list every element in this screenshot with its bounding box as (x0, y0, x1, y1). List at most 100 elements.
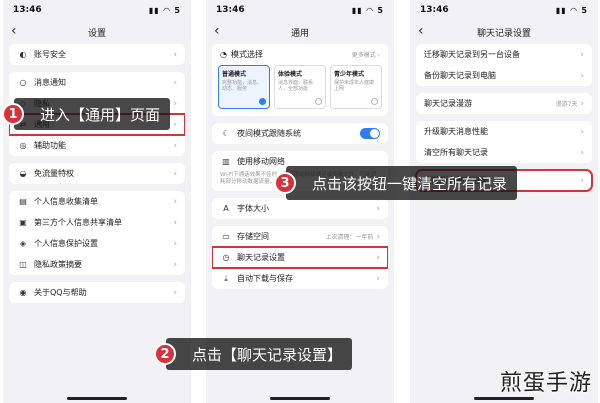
settings-item[interactable]: ◐ 账号安全 › (9, 44, 185, 65)
chevron-right-icon: › (376, 203, 380, 214)
status-icons: ▮▮ ◠ 5 (351, 5, 384, 15)
font-icon: A (223, 204, 229, 214)
auto-download-row[interactable]: ⤓ 自动下载与保存 › (212, 268, 388, 289)
nav-bar: ‹ 设置 (3, 20, 191, 44)
auto-download-label: 自动下载与保存 (237, 274, 293, 284)
settings-item-label: 个人信息保护设置 (34, 239, 98, 248)
more-modes-link[interactable]: 更多模式 › (352, 50, 380, 59)
settings-group: 迁移聊天记录到另一台设备 › 备份聊天记录到电脑 › (416, 44, 592, 86)
status-time: 13:46 (13, 5, 42, 15)
mode-option-title: 普通模式 (222, 71, 247, 78)
status-icons: ▮▮ ◠ 5 (555, 5, 588, 15)
mode-option[interactable]: 普通模式完整功能，消息、动态、服务 (218, 65, 270, 109)
chevron-right-icon: › (580, 49, 584, 60)
status-time: 13:46 (216, 5, 245, 15)
settings-item[interactable]: ◒ 免流量特权 › (9, 163, 185, 184)
chat-setting-label: 清空所有聊天记录 (424, 148, 488, 157)
chat-setting-item[interactable]: 备份聊天记录到电脑 › (416, 65, 592, 86)
mode-option-title: 体验模式 (278, 71, 303, 78)
radio-icon[interactable] (259, 98, 266, 105)
chevron-right-icon: › (580, 70, 584, 81)
chat-history-settings-label: 聊天记录设置 (237, 253, 285, 263)
home-indicator (474, 397, 534, 400)
font-size-row[interactable]: A 字体大小 › (212, 198, 388, 219)
phone-chat-history-settings: 13:46 ▮▮ ◠ 5 ‹ 聊天记录设置 迁移聊天记录到另一台设备 › 备份聊天记… (410, 0, 598, 403)
chevron-right-icon: › (173, 77, 177, 88)
step-badge-1: 1 (2, 103, 24, 125)
moon-icon: ☾ (222, 129, 230, 138)
settings-item[interactable]: ▣ 第三方个人信息共享清单 › (9, 212, 185, 233)
chat-setting-item[interactable]: 清空所有聊天记录 › (416, 142, 592, 163)
settings-item[interactable]: ◫ 隐私政策摘要 › (9, 254, 185, 275)
settings-item[interactable]: ◉ 关于QQ与帮助 › (9, 282, 185, 303)
callout-step-2: 点击【聊天记录设置】 (166, 338, 353, 370)
chevron-right-icon: › (580, 175, 584, 186)
settings-item[interactable]: ○ 消息通知 › (9, 72, 185, 93)
chat-history-settings-row[interactable]: ◷ 聊天记录设置 › (212, 246, 388, 270)
night-mode-toggle[interactable] (360, 128, 380, 139)
radio-icon[interactable] (315, 98, 322, 105)
night-mode-row[interactable]: ☾ 夜间模式跟随系统 (212, 123, 388, 144)
home-indicator (67, 397, 127, 400)
chevron-right-icon: › (173, 217, 177, 228)
settings-item[interactable]: ◈ 个人信息保护设置 › (9, 233, 185, 254)
page-title: 设置 (87, 28, 106, 39)
accessibility-icon: ◎ (19, 141, 27, 150)
nav-bar: ‹ 通用 (206, 20, 394, 44)
download-icon: ⤓ (224, 273, 228, 283)
callout-step-1: 进入【通用】页面 (14, 98, 171, 130)
chat-setting-item[interactable]: 聊天记录漫游 漫游7天 › (416, 93, 592, 114)
home-indicator (270, 397, 330, 400)
settings-item-label: 第三方个人信息共享清单 (34, 218, 122, 227)
callout-step-3: 点击该按钮一键清空所有记录 (286, 166, 518, 200)
mode-icon: ◔ (220, 50, 227, 59)
nav-bar: ‹ 聊天记录设置 (410, 20, 598, 44)
chevron-right-icon: › (173, 238, 177, 249)
step-badge-3: 3 (274, 172, 296, 194)
back-icon[interactable]: ‹ (11, 23, 17, 39)
status-bar: 13:46 ▮▮ ◠ 5 (410, 0, 598, 20)
chat-setting-item[interactable]: 迁移聊天记录到另一台设备 › (416, 44, 592, 65)
chevron-right-icon: › (173, 287, 177, 298)
step-badge-2: 2 (154, 343, 176, 365)
chevron-right-icon: › (580, 147, 584, 158)
radio-icon[interactable] (371, 98, 378, 105)
night-mode-label: 夜间模式跟随系统 (237, 129, 301, 138)
chevron-right-icon: › (376, 273, 380, 284)
clock-icon: ◷ (222, 253, 230, 263)
mode-option-desc: 完整功能，消息、动态、服务 (222, 80, 263, 92)
status-bar: 13:46 ▮▮ ◠ 5 (3, 0, 191, 20)
chevron-right-icon: › (173, 98, 177, 109)
settings-item-label: 免流量特权 (34, 169, 74, 178)
mode-option[interactable]: 青少年模式 保护未成年人健康上网 (330, 65, 382, 109)
font-size-label: 字体大小 (237, 204, 269, 214)
mode-option-desc: 消息界面，联系人，全部功能 (278, 80, 314, 92)
settings-item-label: 账号安全 (34, 50, 66, 59)
storage-row[interactable]: ▭ 存储空间 上次清理：一年前 › (212, 226, 388, 247)
mode-option[interactable]: 体验模式消息界面，联系人，全部功能 (274, 65, 326, 109)
chat-setting-item[interactable]: 升级聊天消息性能 › (416, 121, 592, 142)
watermark: 煎蛋手游 (499, 371, 592, 396)
status-icons: ▮▮ ◠ 5 (148, 5, 181, 15)
chevron-right-icon: › (173, 140, 177, 151)
settings-group: 升级聊天消息性能 › 清空所有聊天记录 › (416, 121, 592, 163)
callout-text: 点击该按钮一键清空所有记录 (312, 174, 508, 193)
chat-setting-value: 漫游7天 (555, 101, 578, 108)
settings-group: ▤ 个人信息收集清单 › ▣ 第三方个人信息共享清单 › ◈ 个人信息保护设置 › ◫ 隐私政策摘要… (9, 191, 185, 275)
font-card: A 字体大小 › (212, 198, 388, 220)
mode-card: ◔ 模式选择 更多模式 › 普通模式 完整功能，消息、动态、服务 体验模式 消息界面，联… (212, 44, 388, 116)
settings-item[interactable]: ◎ 辅助功能 › (9, 135, 185, 156)
policy-icon: ◫ (19, 260, 27, 269)
back-icon[interactable]: ‹ (418, 23, 424, 39)
callout-text: 进入【通用】页面 (40, 105, 161, 124)
settings-item[interactable]: ▤ 个人信息收集清单 › (9, 191, 185, 212)
chevron-right-icon: › (580, 98, 584, 109)
chat-setting-label: 备份聊天记录到电脑 (424, 71, 496, 80)
chat-setting-label: 迁移聊天记录到另一台设备 (424, 50, 520, 59)
chevron-right-icon: › (173, 119, 177, 130)
back-icon[interactable]: ‹ (214, 23, 220, 39)
chevron-right-icon: › (173, 196, 177, 207)
settings-group: ◐ 账号安全 › (9, 44, 185, 65)
settings-item-label: 隐私政策摘要 (34, 260, 82, 269)
settings-group: ◉ 关于QQ与帮助 › (9, 282, 185, 303)
